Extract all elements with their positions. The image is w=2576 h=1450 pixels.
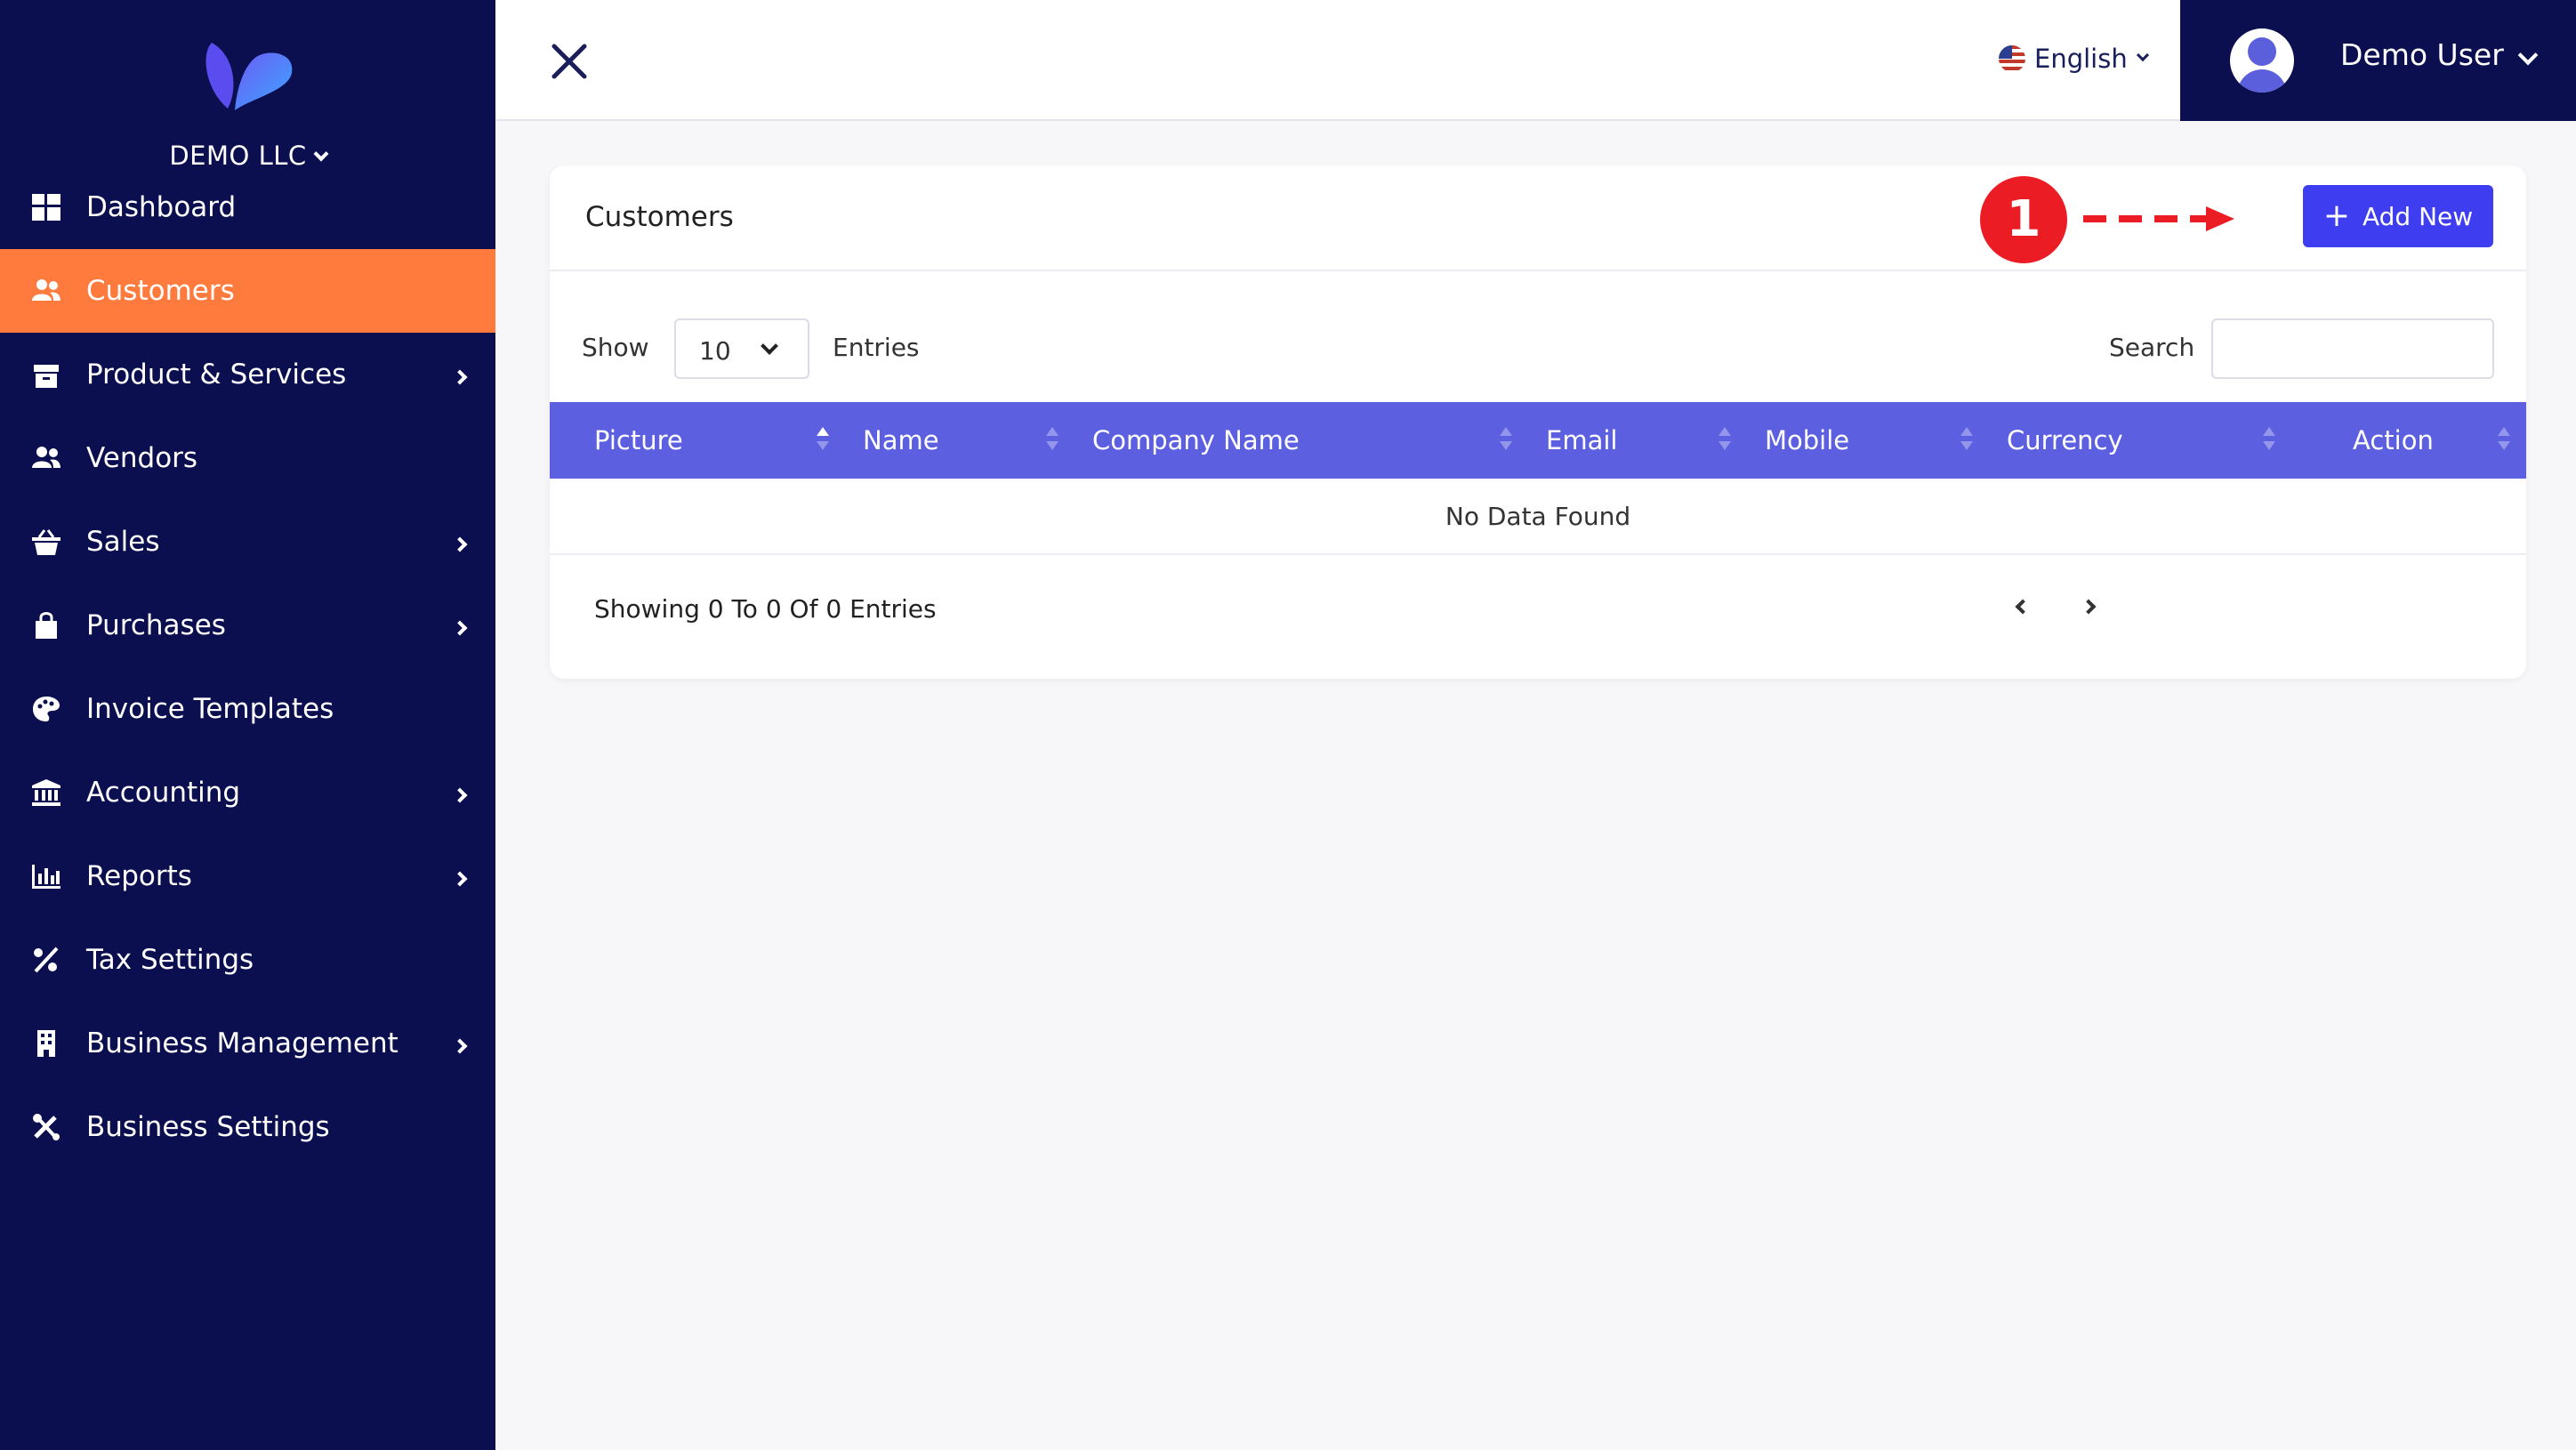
sidebar-item-label: Business Management	[86, 1027, 398, 1059]
tools-icon	[33, 1114, 60, 1140]
entries-value: 10	[699, 336, 731, 366]
add-new-label: Add New	[2362, 201, 2474, 231]
pagination-info: Showing 0 To 0 Of 0 Entries	[594, 594, 937, 624]
bar-chart-icon	[32, 865, 60, 889]
sidebar-item-business-settings[interactable]: Business Settings	[0, 1085, 495, 1169]
sort-icon[interactable]	[1500, 427, 1512, 454]
add-new-button[interactable]: + Add New	[2303, 185, 2493, 247]
sidebar-item-label: Dashboard	[86, 191, 237, 223]
sidebar-item-label: Business Settings	[86, 1111, 330, 1143]
dashboard-icon	[32, 194, 60, 221]
column-header-mobile[interactable]: Mobile	[1765, 425, 1849, 455]
show-label: Show	[582, 333, 649, 362]
us-flag-icon	[1999, 45, 2025, 72]
sidebar-item-sales[interactable]: Sales	[0, 500, 495, 584]
chevron-right-icon	[2081, 599, 2097, 615]
chevron-right-icon	[452, 787, 468, 803]
users-icon	[32, 447, 60, 468]
box-icon	[34, 365, 59, 388]
shopping-bag-icon	[36, 612, 57, 639]
sidebar-item-vendors[interactable]: Vendors	[0, 416, 495, 500]
column-header-email[interactable]: Email	[1546, 425, 1617, 455]
sidebar-item-label: Invoice Templates	[86, 693, 334, 725]
dashed-arrow-icon	[2083, 206, 2234, 231]
sidebar-item-reports[interactable]: Reports	[0, 834, 495, 918]
plus-icon: +	[2322, 197, 2350, 234]
chevron-right-icon	[452, 871, 468, 887]
sidebar-item-purchases[interactable]: Purchases	[0, 584, 495, 667]
sidebar-item-label: Reports	[86, 860, 192, 892]
chevron-down-icon	[2136, 48, 2149, 62]
sidebar-item-customers[interactable]: Customers	[0, 249, 495, 333]
chevron-right-icon	[452, 1038, 468, 1054]
building-icon	[37, 1030, 55, 1057]
sidebar-nav: Dashboard Customers Product & Services V…	[0, 165, 495, 1169]
sidebar-item-label: Vendors	[86, 442, 198, 474]
sidebar-item-product-services[interactable]: Product & Services	[0, 333, 495, 416]
previous-page-button[interactable]	[2003, 589, 2039, 624]
sidebar-item-label: Customers	[86, 275, 235, 307]
sort-icon[interactable]	[2263, 427, 2275, 454]
entries-per-page-select[interactable]: 10	[674, 318, 809, 379]
close-icon[interactable]	[549, 41, 590, 82]
chevron-right-icon	[452, 536, 468, 552]
next-page-button[interactable]	[2074, 589, 2110, 624]
brand-logo-icon	[205, 43, 292, 110]
sidebar: DEMO LLC Dashboard Customers Product & S…	[0, 0, 495, 1450]
search-label: Search	[2109, 333, 2195, 362]
chevron-down-icon	[313, 146, 329, 162]
entries-label: Entries	[833, 333, 920, 362]
sort-icon[interactable]	[1046, 427, 1059, 454]
customers-card: Customers 1 + Add New Show 10 Entries Se…	[550, 165, 2526, 679]
chevron-down-icon	[761, 337, 778, 355]
user-menu[interactable]: Demo User	[2180, 0, 2576, 121]
bank-icon	[32, 779, 60, 806]
percent-icon	[34, 947, 59, 973]
divider	[550, 270, 2526, 271]
logo	[0, 36, 495, 116]
avatar	[2230, 28, 2294, 93]
sort-icon[interactable]	[817, 427, 829, 454]
sidebar-item-label: Purchases	[86, 609, 226, 641]
empty-table-message: No Data Found	[550, 479, 2526, 555]
sidebar-item-label: Product & Services	[86, 358, 347, 391]
table-header: Picture Name Company Name Email Mobile C…	[550, 402, 2526, 479]
sidebar-item-accounting[interactable]: Accounting	[0, 751, 495, 834]
sidebar-item-invoice-templates[interactable]: Invoice Templates	[0, 667, 495, 751]
page-title: Customers	[585, 201, 734, 233]
sidebar-item-label: Sales	[86, 526, 160, 558]
sort-icon[interactable]	[1719, 427, 1731, 454]
sidebar-item-dashboard[interactable]: Dashboard	[0, 165, 495, 249]
column-header-action[interactable]: Action	[2353, 425, 2434, 455]
language-label: English	[2034, 44, 2128, 74]
column-header-currency[interactable]: Currency	[2007, 425, 2123, 455]
chevron-down-icon	[2517, 44, 2539, 66]
user-name: Demo User	[2340, 37, 2504, 72]
users-icon	[32, 279, 60, 301]
search-input[interactable]	[2211, 318, 2494, 379]
basket-icon	[32, 529, 60, 555]
palette-icon	[33, 697, 60, 721]
column-header-name[interactable]: Name	[863, 425, 939, 455]
sidebar-item-business-management[interactable]: Business Management	[0, 1002, 495, 1085]
chevron-left-icon	[2015, 599, 2031, 615]
top-header: English Demo User	[495, 0, 2576, 121]
annotation-badge: 1	[1980, 176, 2067, 263]
sidebar-item-tax-settings[interactable]: Tax Settings	[0, 918, 495, 1002]
sidebar-item-label: Tax Settings	[86, 944, 254, 976]
chevron-right-icon	[452, 369, 468, 385]
chevron-right-icon	[452, 620, 468, 636]
sort-icon[interactable]	[2498, 427, 2510, 454]
column-header-company-name[interactable]: Company Name	[1092, 425, 1300, 455]
sidebar-item-label: Accounting	[86, 777, 241, 809]
language-selector[interactable]: English	[1999, 41, 2149, 77]
sort-icon[interactable]	[1960, 427, 1973, 454]
column-header-picture[interactable]: Picture	[594, 425, 683, 455]
